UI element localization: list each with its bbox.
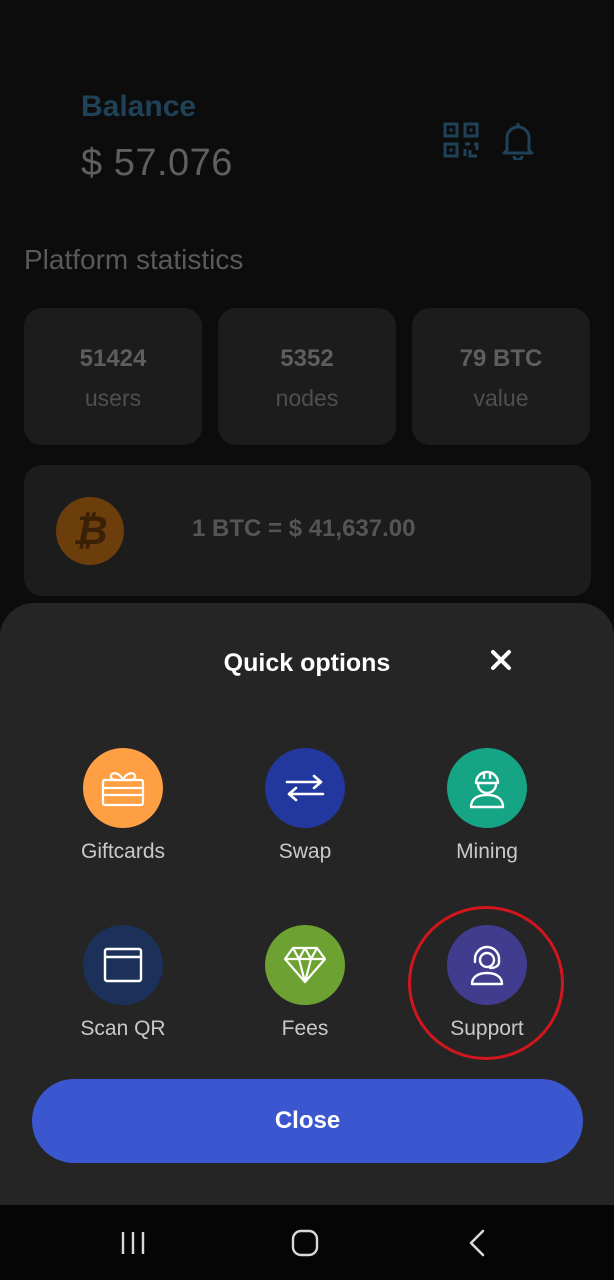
option-label: Support <box>450 1017 524 1040</box>
balance-label: Balance <box>81 90 197 123</box>
bitcoin-icon: ₿ <box>56 497 124 565</box>
option-label: Scan QR <box>80 1017 166 1040</box>
option-label: Mining <box>456 840 518 863</box>
option-swap[interactable]: Swap <box>225 748 385 864</box>
stat-label: value <box>473 385 529 411</box>
balance-value: $ 57.076 <box>81 142 233 184</box>
stat-label: users <box>84 385 142 411</box>
stat-label: nodes <box>275 385 339 411</box>
btc-price-card: ₿ 1 BTC = $ 41,637.00 <box>24 465 591 596</box>
back-icon[interactable] <box>458 1225 498 1261</box>
option-mining[interactable]: Mining <box>407 748 567 864</box>
qr-code-icon[interactable] <box>443 122 479 158</box>
close-button[interactable]: Close <box>32 1079 583 1163</box>
stat-card-nodes: 5352 nodes <box>218 308 396 445</box>
browser-window-icon <box>83 925 163 1005</box>
option-label: Swap <box>278 840 332 863</box>
bell-icon[interactable] <box>500 120 536 162</box>
option-giftcards[interactable]: Giftcards <box>43 748 203 864</box>
btc-price-text: 1 BTC = $ 41,637.00 <box>192 515 416 542</box>
stat-card-value: 79 BTC value <box>412 308 590 445</box>
close-icon[interactable] <box>486 645 516 675</box>
diamond-icon <box>265 925 345 1005</box>
option-label: Fees <box>281 1017 329 1040</box>
option-scan-qr[interactable]: Scan QR <box>43 925 203 1041</box>
option-support[interactable]: Support <box>407 925 567 1041</box>
headset-support-icon <box>447 925 527 1005</box>
stat-card-users: 51424 users <box>24 308 202 445</box>
swap-arrows-icon <box>265 748 345 828</box>
stat-value: 5352 <box>280 345 334 372</box>
option-label: Giftcards <box>80 840 166 863</box>
stat-value: 51424 <box>79 345 147 372</box>
gift-card-icon <box>83 748 163 828</box>
stat-value: 79 BTC <box>459 345 543 372</box>
system-navigation-bar <box>0 1205 614 1280</box>
sheet-title: Quick options <box>223 649 391 677</box>
option-fees[interactable]: Fees <box>225 925 385 1041</box>
platform-statistics-title: Platform statistics <box>24 244 244 275</box>
miner-helmet-icon <box>447 748 527 828</box>
recents-icon[interactable] <box>113 1225 153 1261</box>
home-icon[interactable] <box>285 1225 325 1261</box>
quick-options-sheet: Quick options Giftcards Swap Mining Scan… <box>0 603 614 1205</box>
